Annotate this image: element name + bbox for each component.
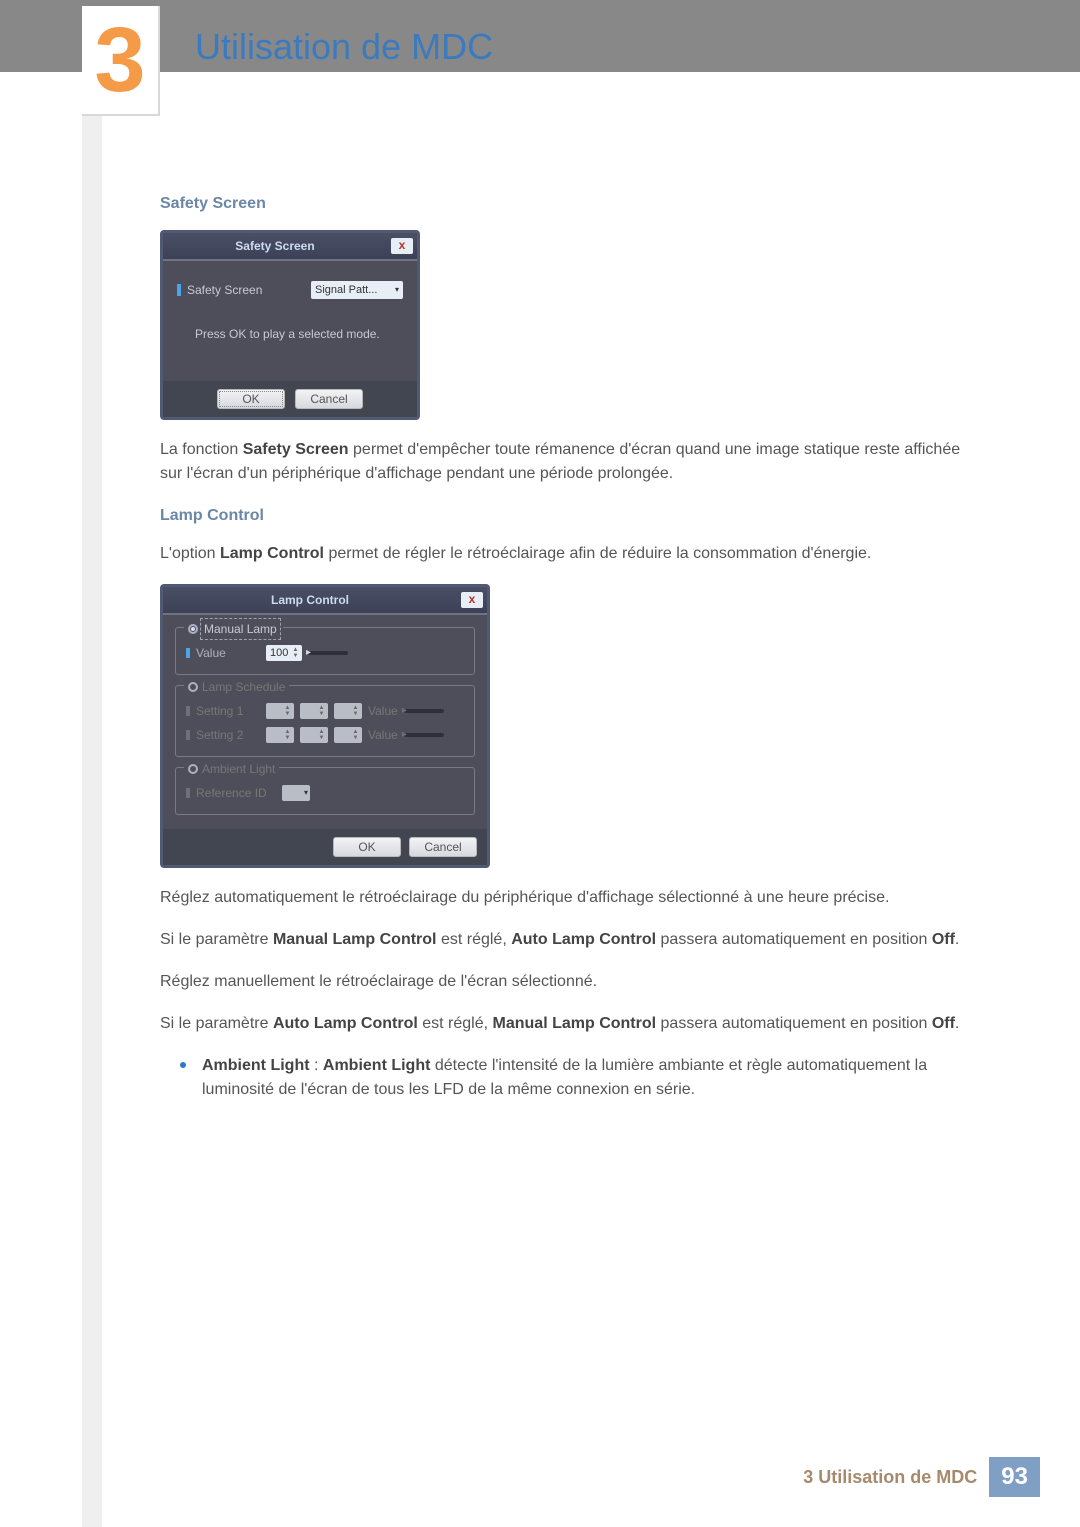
spinner-buttons-icon: ▲▼ — [291, 647, 300, 659]
manual-para: Réglez manuellement le rétroéclairage de… — [160, 970, 980, 994]
dialog-button-bar: OK Cancel — [163, 381, 417, 417]
setting2-value-label: Value — [368, 726, 398, 744]
ambient-light-legend[interactable]: Ambient Light — [184, 760, 279, 778]
header-gray-bar — [0, 0, 1080, 72]
footer-text: 3 Utilisation de MDC — [803, 1467, 977, 1488]
chapter-number: 3 — [94, 14, 145, 106]
auto-set-para: Si le paramètre Auto Lamp Control est ré… — [160, 1012, 980, 1036]
chapter-title: Utilisation de MDC — [195, 26, 493, 68]
page-number: 93 — [989, 1457, 1040, 1497]
ok-button[interactable]: OK — [217, 389, 285, 409]
lamp-schedule-group: Lamp Schedule Setting 1 ▲▼ ▲▼ ▲▼ Value S… — [175, 685, 475, 757]
value-label: Value — [196, 644, 260, 662]
setting2-slider — [404, 733, 444, 737]
close-icon[interactable]: x — [391, 238, 413, 254]
reference-id-select: ▾ — [282, 785, 310, 801]
lamp-control-heading: Lamp Control — [160, 504, 980, 528]
accent-bar-icon — [177, 284, 181, 296]
setting1-label: Setting 1 — [196, 702, 260, 720]
bullet-icon — [180, 1062, 186, 1068]
dialog-button-bar: OK Cancel — [163, 829, 487, 865]
manual-lamp-label: Manual Lamp — [202, 620, 279, 638]
radio-icon — [188, 764, 198, 774]
cancel-button[interactable]: Cancel — [295, 389, 363, 409]
setting2-min: ▲▼ — [300, 727, 328, 743]
dialog-title: Safety Screen — [163, 237, 387, 255]
footer: 3 Utilisation de MDC 93 — [803, 1457, 1040, 1497]
setting2-ampm: ▲▼ — [334, 727, 362, 743]
auto-para: Réglez automatiquement le rétroéclairage… — [160, 886, 980, 910]
radio-icon — [188, 624, 198, 634]
lamp-schedule-legend[interactable]: Lamp Schedule — [184, 678, 289, 696]
cancel-button[interactable]: Cancel — [409, 837, 477, 857]
chapter-badge: 3 — [82, 6, 160, 116]
safety-screen-heading: Safety Screen — [160, 192, 980, 216]
value-spinner[interactable]: 100 ▲▼ — [266, 645, 302, 661]
ambient-light-bullet: Ambient Light : Ambient Light détecte l'… — [180, 1054, 980, 1102]
dialog-hint: Press OK to play a selected mode. — [177, 325, 403, 343]
setting1-min: ▲▼ — [300, 703, 328, 719]
dialog-titlebar: Safety Screen x — [163, 233, 417, 259]
ok-button[interactable]: OK — [333, 837, 401, 857]
ambient-light-group: Ambient Light Reference ID ▾ — [175, 767, 475, 815]
value-slider[interactable] — [308, 651, 348, 655]
lamp-intro: L'option Lamp Control permet de régler l… — [160, 542, 980, 566]
lamp-control-dialog: Lamp Control x Manual Lamp Value 100 — [160, 584, 490, 868]
dialog-title: Lamp Control — [163, 591, 457, 609]
safety-screen-select[interactable]: Signal Patt... ▾ — [311, 281, 403, 299]
accent-bar-icon — [186, 788, 190, 798]
manual-set-para: Si le paramètre Manual Lamp Control est … — [160, 928, 980, 952]
close-icon[interactable]: x — [461, 592, 483, 608]
safety-screen-dialog: Safety Screen x Safety Screen Signal Pat… — [160, 230, 420, 420]
setting2-hour: ▲▼ — [266, 727, 294, 743]
accent-bar-icon — [186, 730, 190, 740]
radio-icon — [188, 682, 198, 692]
setting1-value-label: Value — [368, 702, 398, 720]
setting1-ampm: ▲▼ — [334, 703, 362, 719]
reference-id-label: Reference ID — [196, 784, 276, 802]
safety-screen-row: Safety Screen Signal Patt... ▾ — [177, 281, 403, 299]
manual-lamp-legend[interactable]: Manual Lamp — [184, 620, 283, 638]
setting1-slider — [404, 709, 444, 713]
select-value: Signal Patt... — [315, 282, 377, 299]
chevron-down-icon: ▾ — [395, 284, 399, 296]
setting1-hour: ▲▼ — [266, 703, 294, 719]
safety-screen-label: Safety Screen — [187, 281, 311, 299]
accent-bar-icon — [186, 648, 190, 658]
lamp-schedule-label: Lamp Schedule — [202, 678, 285, 696]
manual-lamp-group: Manual Lamp Value 100 ▲▼ — [175, 627, 475, 675]
accent-bar-icon — [186, 706, 190, 716]
side-strip — [82, 0, 102, 1527]
dialog-titlebar: Lamp Control x — [163, 587, 487, 613]
setting2-label: Setting 2 — [196, 726, 260, 744]
safety-paragraph: La fonction Safety Screen permet d'empêc… — [160, 438, 980, 486]
ambient-light-label: Ambient Light — [202, 760, 275, 778]
chevron-down-icon: ▾ — [304, 787, 308, 799]
